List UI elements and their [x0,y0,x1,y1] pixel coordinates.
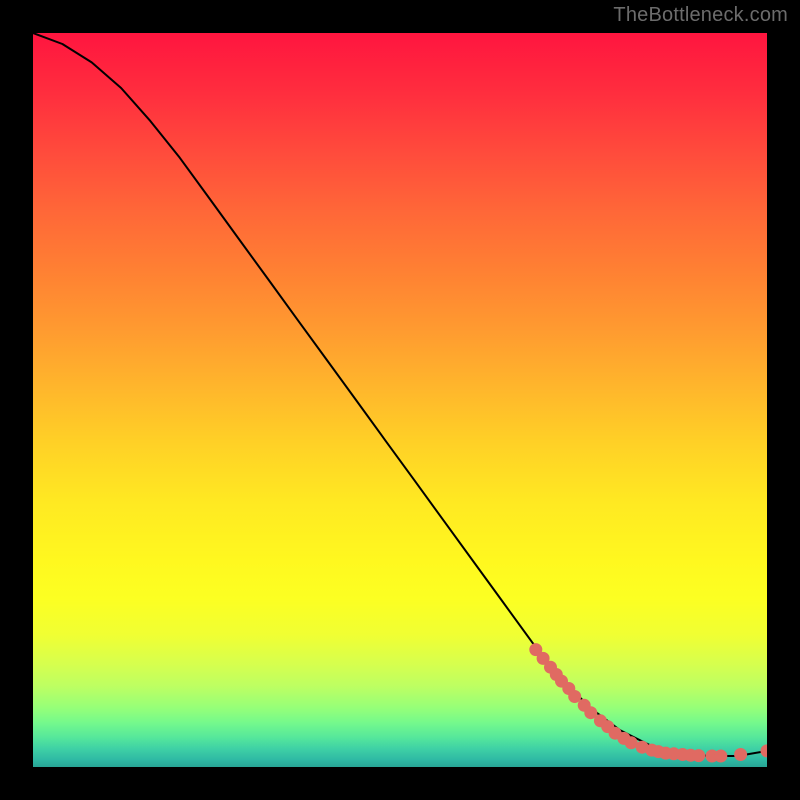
attribution-label: TheBottleneck.com [613,4,788,27]
highlight-dot [714,750,727,763]
highlight-dot [761,744,768,757]
plot-area [33,33,767,767]
chart-overlay [33,33,767,767]
highlight-points [529,643,767,762]
highlight-dot [692,749,705,762]
highlight-dot [568,690,581,703]
highlight-dot [734,748,747,761]
chart-frame: TheBottleneck.com [0,0,800,800]
bottleneck-curve [33,33,767,756]
